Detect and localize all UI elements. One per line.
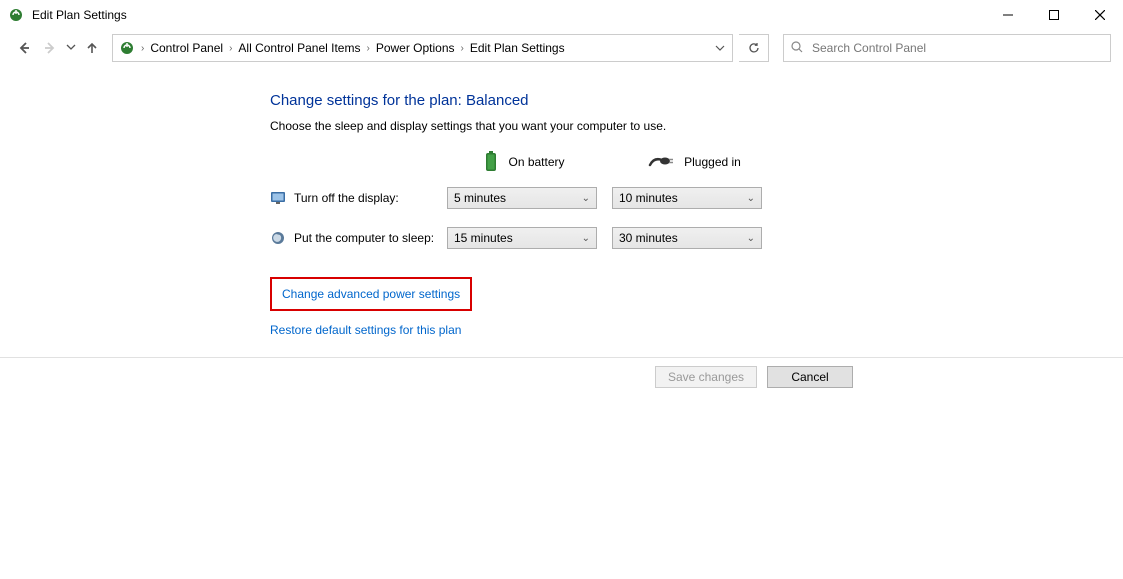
recent-locations-button[interactable] (66, 42, 76, 54)
back-button[interactable] (14, 38, 34, 58)
save-button: Save changes (655, 366, 757, 388)
search-icon (790, 40, 804, 57)
titlebar: Edit Plan Settings (0, 0, 1123, 30)
setting-row-sleep: Put the computer to sleep: 15 minutes ⌄ … (270, 227, 1123, 249)
page-subtext: Choose the sleep and display settings th… (270, 119, 1123, 133)
chevron-right-icon[interactable]: › (139, 43, 146, 54)
sleep-icon (270, 230, 286, 246)
refresh-button[interactable] (739, 34, 769, 62)
maximize-button[interactable] (1031, 0, 1077, 30)
sleep-plugged-select[interactable]: 30 minutes ⌄ (612, 227, 762, 249)
chevron-down-icon: ⌄ (747, 233, 755, 244)
chevron-down-icon: ⌄ (747, 193, 755, 204)
display-plugged-select[interactable]: 10 minutes ⌄ (612, 187, 762, 209)
footer-divider (0, 357, 1123, 358)
plug-icon (648, 155, 674, 169)
row-label: Put the computer to sleep: (294, 231, 447, 245)
address-dropdown-button[interactable] (708, 35, 732, 61)
cancel-button[interactable]: Cancel (767, 366, 853, 388)
sleep-battery-select[interactable]: 15 minutes ⌄ (447, 227, 597, 249)
restore-defaults-link[interactable]: Restore default settings for this plan (270, 321, 461, 339)
breadcrumb[interactable]: All Control Panel Items (234, 35, 364, 61)
setting-row-display: Turn off the display: 5 minutes ⌄ 10 min… (270, 187, 1123, 209)
minimize-button[interactable] (985, 0, 1031, 30)
breadcrumb[interactable]: Edit Plan Settings (466, 35, 569, 61)
chevron-down-icon: ⌄ (582, 193, 590, 204)
row-label: Turn off the display: (294, 191, 447, 205)
column-headers: On battery Plugged in (270, 151, 1123, 173)
window-title: Edit Plan Settings (32, 8, 127, 22)
up-button[interactable] (82, 38, 102, 58)
display-icon (270, 190, 286, 206)
app-icon (8, 7, 24, 23)
display-battery-select[interactable]: 5 minutes ⌄ (447, 187, 597, 209)
highlight-box: Change advanced power settings (270, 277, 472, 311)
breadcrumb[interactable]: Control Panel (146, 35, 227, 61)
content-area: Change settings for the plan: Balanced C… (0, 66, 1123, 339)
column-battery-label: On battery (508, 155, 564, 169)
page-heading: Change settings for the plan: Balanced (270, 92, 1123, 109)
chevron-down-icon: ⌄ (582, 233, 590, 244)
battery-icon (484, 151, 498, 173)
window-controls (985, 0, 1123, 30)
advanced-settings-link[interactable]: Change advanced power settings (282, 285, 460, 303)
forward-button (40, 38, 60, 58)
links-block: Change advanced power settings Restore d… (270, 277, 1123, 339)
address-bar[interactable]: › Control Panel › All Control Panel Item… (112, 34, 733, 62)
breadcrumb[interactable]: Power Options (372, 35, 459, 61)
chevron-right-icon[interactable]: › (364, 43, 371, 54)
address-icon (119, 40, 135, 56)
close-button[interactable] (1077, 0, 1123, 30)
chevron-right-icon[interactable]: › (459, 43, 466, 54)
search-input[interactable] (812, 41, 1104, 55)
column-plugged-label: Plugged in (684, 155, 741, 169)
footer-buttons: Save changes Cancel (655, 366, 853, 388)
chevron-right-icon[interactable]: › (227, 43, 234, 54)
navbar: › Control Panel › All Control Panel Item… (0, 30, 1123, 66)
search-box[interactable] (783, 34, 1111, 62)
